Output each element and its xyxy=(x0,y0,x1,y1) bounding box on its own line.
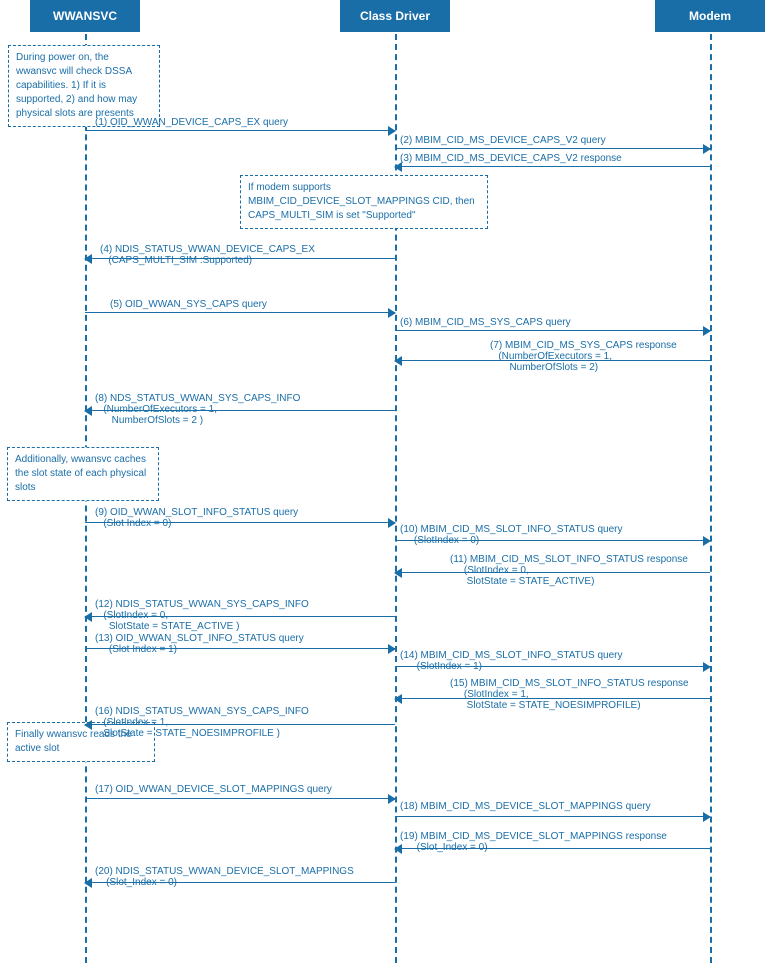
arrow-18 xyxy=(395,816,710,817)
label-arrow-2: (2) MBIM_CID_MS_DEVICE_CAPS_V2 query xyxy=(400,135,606,146)
label-arrow-20: (20) NDIS_STATUS_WWAN_DEVICE_SLOT_MAPPIN… xyxy=(95,866,354,888)
label-arrow-10: (10) MBIM_CID_MS_SLOT_INFO_STATUS query … xyxy=(400,524,622,546)
arrow-5 xyxy=(85,312,395,313)
label-arrow-4: (4) NDIS_STATUS_WWAN_DEVICE_CAPS_EX (CAP… xyxy=(100,244,315,266)
note-power-on: During power on, the wwansvc will check … xyxy=(8,45,160,127)
arrow-2 xyxy=(395,148,710,149)
vline-classdriver xyxy=(395,34,397,963)
label-arrow-13: (13) OID_WWAN_SLOT_INFO_STATUS query (Sl… xyxy=(95,633,304,655)
label-arrow-7: (7) MBIM_CID_MS_SYS_CAPS response (Numbe… xyxy=(490,340,677,373)
label-arrow-15: (15) MBIM_CID_MS_SLOT_INFO_STATUS respon… xyxy=(450,678,689,711)
sequence-diagram: WWANSVC Class Driver Modem During power … xyxy=(0,0,778,963)
label-arrow-19: (19) MBIM_CID_MS_DEVICE_SLOT_MAPPINGS re… xyxy=(400,831,667,853)
arrow-17 xyxy=(85,798,395,799)
label-arrow-17: (17) OID_WWAN_DEVICE_SLOT_MAPPINGS query xyxy=(95,784,332,795)
note-caches-slot: Additionally, wwansvc caches the slot st… xyxy=(7,447,159,501)
arrow-3 xyxy=(395,166,710,167)
arrow-1 xyxy=(85,130,395,131)
label-arrow-6: (6) MBIM_CID_MS_SYS_CAPS query xyxy=(400,317,571,328)
label-arrow-5: (5) OID_WWAN_SYS_CAPS query xyxy=(110,299,267,310)
label-arrow-3: (3) MBIM_CID_MS_DEVICE_CAPS_V2 response xyxy=(400,153,622,164)
vline-modem xyxy=(710,34,712,963)
label-arrow-16: (16) NDIS_STATUS_WWAN_SYS_CAPS_INFO (Slo… xyxy=(95,706,309,739)
header-wwansvc: WWANSVC xyxy=(30,0,140,32)
header-classdriver: Class Driver xyxy=(340,0,450,32)
label-arrow-11: (11) MBIM_CID_MS_SLOT_INFO_STATUS respon… xyxy=(450,554,688,587)
header-modem: Modem xyxy=(655,0,765,32)
note-modem-supports: If modem supports MBIM_CID_DEVICE_SLOT_M… xyxy=(240,175,488,229)
arrow-6 xyxy=(395,330,710,331)
label-arrow-1: (1) OID_WWAN_DEVICE_CAPS_EX query xyxy=(95,117,288,128)
label-arrow-14: (14) MBIM_CID_MS_SLOT_INFO_STATUS query … xyxy=(400,650,622,672)
label-arrow-12: (12) NDIS_STATUS_WWAN_SYS_CAPS_INFO (Slo… xyxy=(95,599,309,632)
label-arrow-18: (18) MBIM_CID_MS_DEVICE_SLOT_MAPPINGS qu… xyxy=(400,801,651,812)
label-arrow-9: (9) OID_WWAN_SLOT_INFO_STATUS query (Slo… xyxy=(95,507,298,529)
label-arrow-8: (8) NDS_STATUS_WWAN_SYS_CAPS_INFO (Numbe… xyxy=(95,393,300,426)
